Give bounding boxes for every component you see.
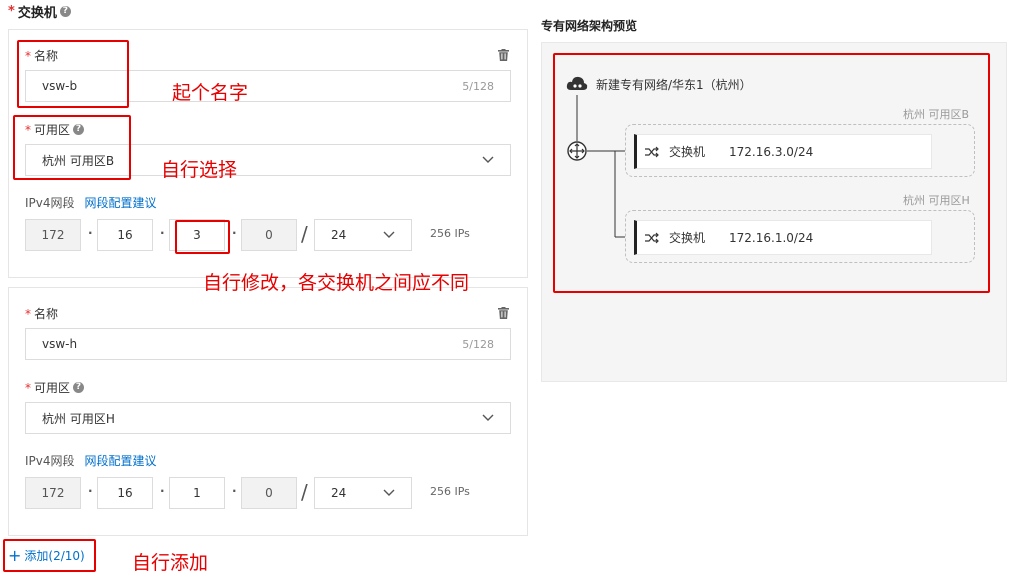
annotation-box-name bbox=[17, 40, 129, 108]
mask-select[interactable]: 24 bbox=[314, 477, 412, 509]
section-title-text: 交换机 bbox=[17, 6, 57, 21]
annotation-box-add bbox=[3, 539, 96, 572]
cidr-advice-link[interactable]: 网段配置建议 bbox=[85, 452, 157, 469]
cidr-advice-link[interactable]: 网段配置建议 bbox=[85, 194, 157, 211]
zone-select[interactable]: 杭州 可用区H bbox=[25, 402, 511, 434]
mask-select[interactable]: 24 bbox=[314, 219, 412, 251]
annotation-name-note: 起个名字 bbox=[172, 82, 249, 104]
octet-2-field[interactable]: 16 bbox=[97, 477, 153, 509]
octet-4-field: 0 bbox=[241, 477, 297, 509]
ipv4-row: IPv4网段 网段配置建议 bbox=[25, 194, 157, 211]
octet-1-field: 172 bbox=[25, 219, 81, 251]
help-icon[interactable]: ? bbox=[59, 6, 71, 17]
chevron-down-icon bbox=[383, 231, 395, 238]
ipv4-row: IPv4网段 网段配置建议 bbox=[25, 452, 157, 469]
annotation-octet-note: 自行修改，各交换机之间应不同 bbox=[203, 272, 470, 294]
chevron-down-icon bbox=[482, 414, 494, 421]
annotation-zone-note: 自行选择 bbox=[161, 159, 238, 181]
name-label: * 名称 bbox=[25, 306, 59, 322]
required-mark: * bbox=[8, 4, 15, 19]
section-title: * 交换机 ? bbox=[8, 2, 71, 21]
ip-count: 256 IPs bbox=[430, 485, 470, 498]
name-input[interactable]: vsw-h 5/128 bbox=[25, 328, 511, 360]
trash-icon[interactable] bbox=[498, 307, 509, 319]
name-char-count: 5/128 bbox=[462, 79, 494, 93]
annotation-box-octet bbox=[175, 220, 230, 254]
help-icon[interactable]: ? bbox=[73, 382, 85, 393]
octet-3-field[interactable]: 1 bbox=[169, 477, 225, 509]
preview-title: 专有网络架构预览 bbox=[541, 19, 638, 33]
chevron-down-icon bbox=[383, 489, 395, 496]
switch-card-2: * 名称 vsw-h 5/128 * 可用区 ? 杭州 可用区H IPv4网段 … bbox=[8, 287, 528, 536]
annotation-add-note: 自行添加 bbox=[132, 552, 209, 574]
ip-count: 256 IPs bbox=[430, 227, 470, 240]
octet-2-field[interactable]: 16 bbox=[97, 219, 153, 251]
zone-label: * 可用区 ? bbox=[25, 379, 85, 396]
annotation-box-zone bbox=[13, 115, 131, 180]
chevron-down-icon bbox=[482, 156, 494, 163]
annotation-box-preview bbox=[553, 53, 990, 293]
octet-1-field: 172 bbox=[25, 477, 81, 509]
octet-4-field: 0 bbox=[241, 219, 297, 251]
trash-icon[interactable] bbox=[498, 49, 509, 61]
name-char-count: 5/128 bbox=[462, 337, 494, 351]
